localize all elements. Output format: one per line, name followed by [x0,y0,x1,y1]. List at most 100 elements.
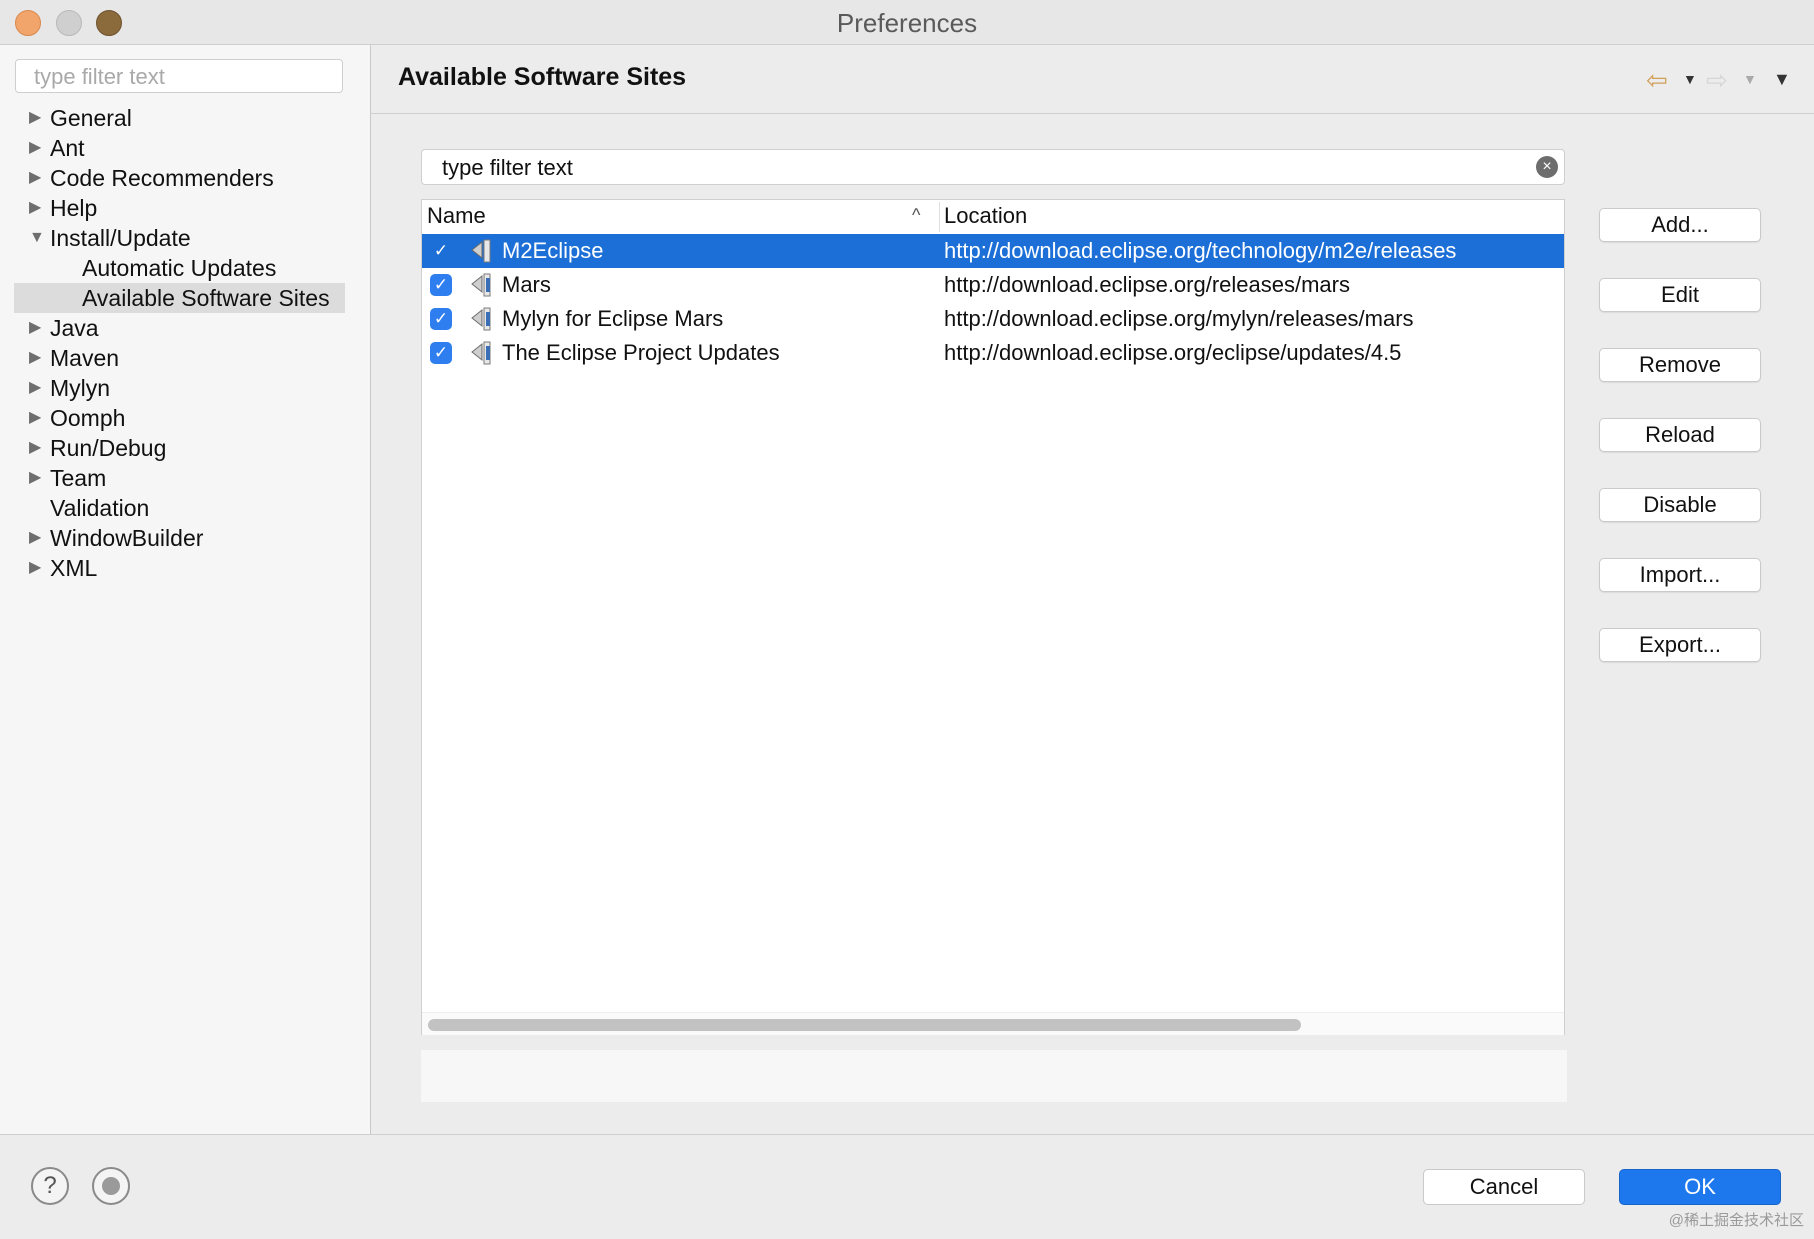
expand-arrow-icon[interactable]: ▶ [29,523,41,553]
tree-item-ant[interactable]: ▶ Ant [0,133,370,163]
expand-arrow-icon[interactable]: ▶ [29,433,41,463]
sites-filter-input[interactable]: type filter text × [421,149,1565,185]
expand-arrow-icon[interactable]: ▶ [29,193,41,223]
help-button[interactable]: ? [31,1167,69,1205]
update-site-icon [471,273,491,297]
collapse-arrow-icon[interactable]: ▼ [29,223,45,253]
back-dropdown-icon[interactable]: ▼ [1683,71,1697,87]
tree-item-label: Java [50,315,99,341]
tree-item-maven[interactable]: ▶ Maven [0,343,370,373]
tree-item-run-debug[interactable]: ▶ Run/Debug [0,433,370,463]
tree-item-label: Team [50,465,107,491]
watermark: @稀土掘金技术社区 [1668,1212,1804,1229]
expand-arrow-icon[interactable]: ▶ [29,553,41,583]
table-header: Name ^ Location [422,200,1564,235]
tree-item-install-update[interactable]: ▼ Install/Update [0,223,370,253]
site-name: Mars [502,272,551,297]
expand-arrow-icon[interactable]: ▶ [29,313,41,343]
table-row[interactable]: ✓ Mylyn for Eclipse Mars http://download… [422,302,1564,336]
site-location: http://download.eclipse.org/technology/m… [944,238,1457,263]
site-location: http://download.eclipse.org/eclipse/upda… [944,340,1402,365]
column-divider[interactable] [939,202,940,232]
tree-item-help[interactable]: ▶ Help [0,193,370,223]
forward-arrow-icon[interactable]: ⇨ [1706,65,1728,96]
tree-item-java[interactable]: ▶ Java [0,313,370,343]
tree-item-label: WindowBuilder [50,525,204,551]
import-button[interactable]: Import... [1599,558,1761,592]
tree-item-oomph[interactable]: ▶ Oomph [0,403,370,433]
site-name: Mylyn for Eclipse Mars [502,306,724,331]
tree-item-team[interactable]: ▶ Team [0,463,370,493]
tree-item-label: Oomph [50,405,126,431]
view-menu-icon[interactable]: ▼ [1773,69,1791,90]
back-arrow-icon[interactable]: ⇦ [1646,65,1668,96]
horizontal-scrollbar[interactable] [422,1012,1564,1035]
site-details-area [421,1050,1567,1102]
tree-item-label: Ant [50,135,85,161]
record-icon [102,1177,120,1195]
expand-arrow-icon[interactable]: ▶ [29,463,41,493]
remove-button[interactable]: Remove [1599,348,1761,382]
filter-text: type filter text [442,155,573,180]
add-button[interactable]: Add... [1599,208,1761,242]
tree-item-label: Help [50,195,98,221]
tree-item-label: Code Recommenders [50,165,274,191]
site-name: M2Eclipse [502,238,604,263]
reload-button[interactable]: Reload [1599,418,1761,452]
scrollbar-thumb[interactable] [428,1019,1301,1031]
tree-item-label: Run/Debug [50,435,167,461]
site-location: http://download.eclipse.org/mylyn/releas… [944,306,1414,331]
tree-item-validation[interactable]: Validation [0,493,370,523]
table-row[interactable]: ✓ The Eclipse Project Updates http://dow… [422,336,1564,370]
tree-item-windowbuilder[interactable]: ▶ WindowBuilder [0,523,370,553]
clear-icon[interactable]: × [1536,156,1558,178]
expand-arrow-icon[interactable]: ▶ [29,163,41,193]
page-header: Available Software Sites ⇦ ▼ ⇨ ▼ ▼ [371,45,1814,114]
title-bar: Preferences [0,0,1814,45]
tree-item-code-recommenders[interactable]: ▶ Code Recommenders [0,163,370,193]
enabled-checkbox[interactable]: ✓ [430,274,452,296]
expand-arrow-icon[interactable]: ▶ [29,343,41,373]
forward-dropdown-icon[interactable]: ▼ [1743,71,1757,87]
column-header-location[interactable]: Location [944,203,1027,229]
disable-button[interactable]: Disable [1599,488,1761,522]
table-row[interactable]: ✓ M2Eclipse http://download.eclipse.org/… [422,234,1564,268]
sidebar-filter-input[interactable]: type filter text [15,59,343,93]
table-row[interactable]: ✓ Mars http://download.eclipse.org/relea… [422,268,1564,302]
tree-item-label: XML [50,555,98,581]
tree-item-general[interactable]: ▶ General [0,103,370,133]
record-preferences-button[interactable] [92,1167,130,1205]
expand-arrow-icon[interactable]: ▶ [29,403,41,433]
enabled-checkbox[interactable]: ✓ [430,240,452,262]
update-site-icon [471,307,491,331]
cancel-button[interactable]: Cancel [1423,1169,1585,1205]
expand-arrow-icon[interactable]: ▶ [29,373,41,403]
enabled-checkbox[interactable]: ✓ [430,342,452,364]
tree-item-mylyn[interactable]: ▶ Mylyn [0,373,370,403]
export-button[interactable]: Export... [1599,628,1761,662]
sort-ascending-icon: ^ [912,205,921,225]
tree-item-label: Mylyn [50,375,111,401]
update-site-icon [471,239,491,263]
expand-arrow-icon[interactable]: ▶ [29,103,41,133]
tree-item-label: Install/Update [50,225,191,251]
tree-item-automatic-updates[interactable]: Automatic Updates [0,253,370,283]
ok-button[interactable]: OK [1619,1169,1781,1205]
tree-item-xml[interactable]: ▶ XML [0,553,370,583]
column-header-name[interactable]: Name [427,203,486,229]
expand-arrow-icon[interactable]: ▶ [29,133,41,163]
tree-item-label: General [50,105,132,131]
edit-button[interactable]: Edit [1599,278,1761,312]
tree-item-label: Available Software Sites [82,285,330,311]
preferences-sidebar: type filter text ▶ General ▶ Ant ▶ Code … [0,45,371,1134]
tree-item-label: Automatic Updates [82,255,277,281]
enabled-checkbox[interactable]: ✓ [430,308,452,330]
preferences-tree: ▶ General ▶ Ant ▶ Code Recommenders ▶ He… [0,103,370,583]
tree-item-available-software-sites[interactable]: Available Software Sites [14,283,345,313]
dialog-footer: ? Cancel OK @稀土掘金技术社区 [0,1134,1814,1239]
tree-item-label: Validation [50,495,150,521]
site-location: http://download.eclipse.org/releases/mar… [944,272,1350,297]
tree-item-label: Maven [50,345,120,371]
update-site-icon [471,341,491,365]
sites-table: Name ^ Location ✓ M2Eclipse http://downl… [421,199,1565,1035]
